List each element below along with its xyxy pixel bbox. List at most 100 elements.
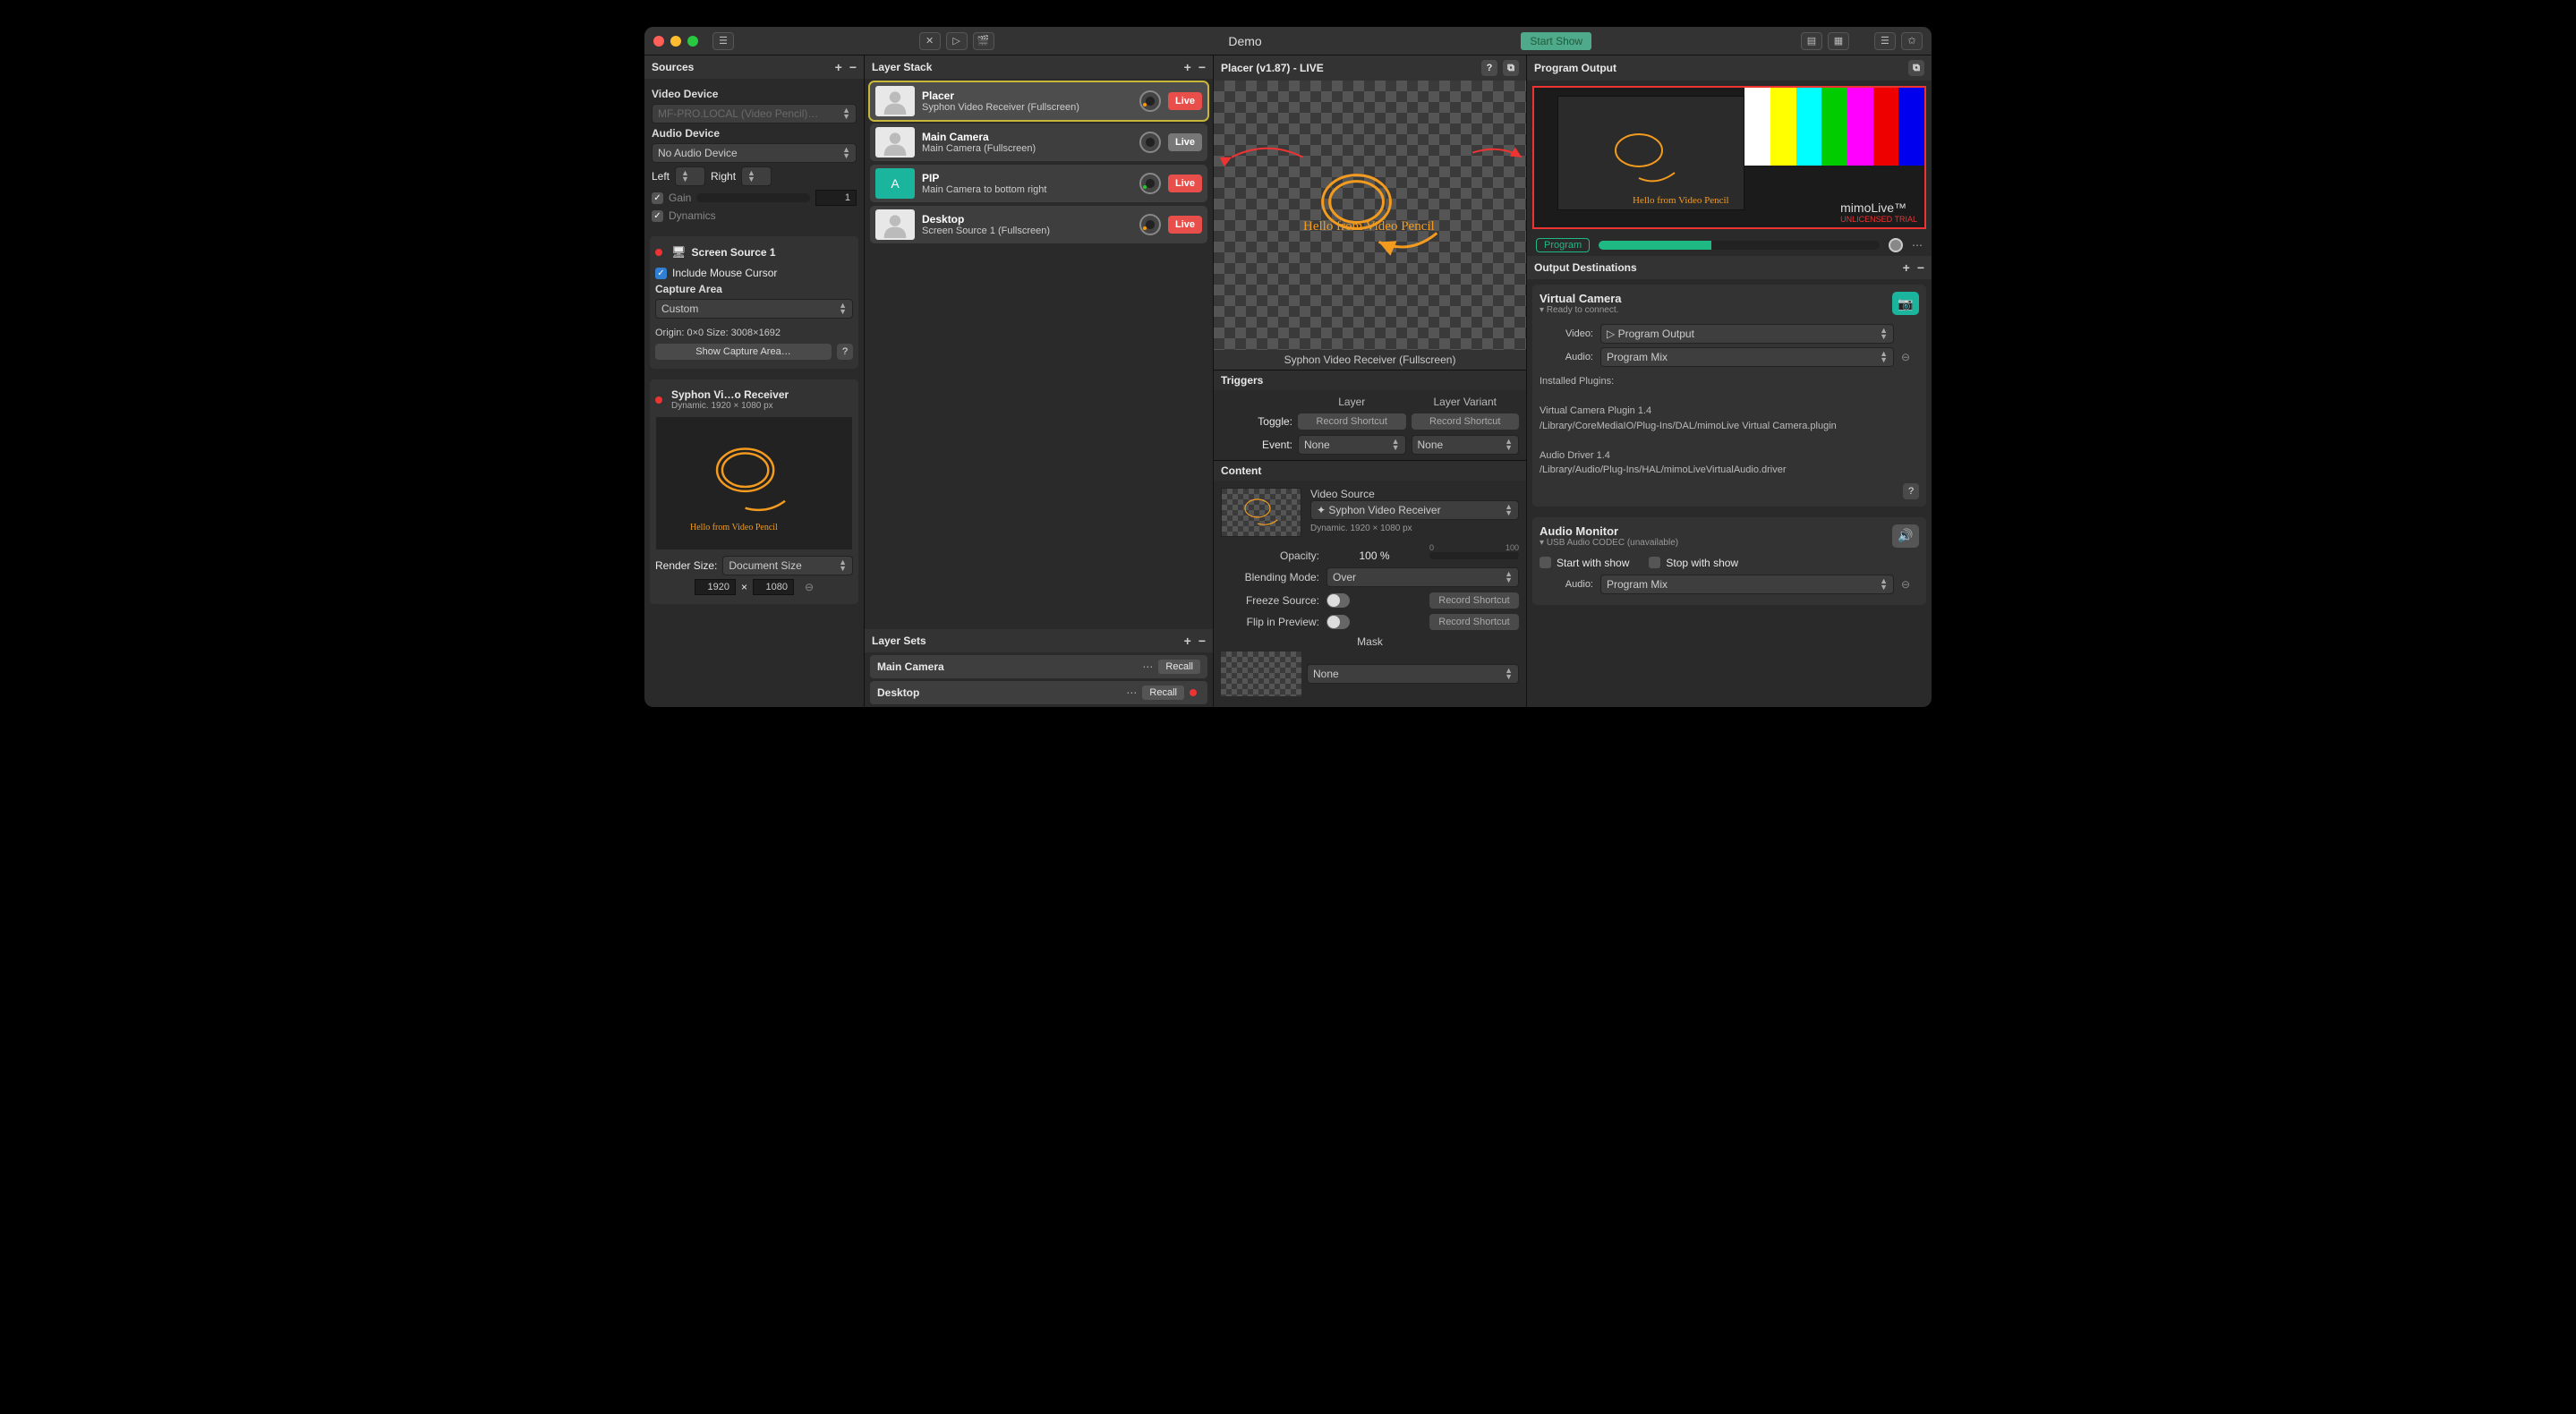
clapperboard-icon[interactable]: 🎬 [973,32,994,50]
remove-layerset-button[interactable]: − [1198,634,1206,648]
start-with-show-checkbox[interactable] [1540,557,1551,568]
layer-column: Layer Stack +− PlacerSyphon Video Receiv… [865,55,1214,707]
program-output-header: Program Output [1534,62,1616,74]
left-channel-select[interactable]: ▲▼ [675,166,705,186]
layer-knob[interactable] [1139,173,1161,194]
help-icon[interactable]: ? [1903,483,1919,499]
vc-video-select[interactable]: ▷ Program Output▲▼ [1600,324,1894,344]
layer-row[interactable]: Main CameraMain Camera (Fullscreen)Live [870,124,1207,161]
layout-a-icon[interactable]: ▤ [1801,32,1822,50]
opacity-slider[interactable]: 0 100 [1429,552,1519,559]
layer-row[interactable]: PlacerSyphon Video Receiver (Fullscreen)… [870,82,1207,120]
syphon-source-card[interactable]: Syphon Vi…o Receiver Dynamic. 1920 × 108… [650,379,858,604]
preview-annotation: Hello from Video Pencil [1303,219,1435,234]
am-audio-select[interactable]: Program Mix▲▼ [1600,575,1894,594]
camera-icon[interactable]: 📷 [1892,292,1919,315]
audio-device-label: Audio Device [652,127,857,140]
toggle-variant-shortcut[interactable]: Record Shortcut [1412,413,1520,430]
help-icon[interactable]: ? [837,344,853,360]
document-title: Demo [1002,34,1489,48]
plugin1-name: Virtual Camera Plugin 1.4 [1540,404,1919,419]
dynamics-checkbox[interactable]: ✓ [652,210,663,222]
gain-value[interactable]: 1 [815,190,857,206]
audio-meter [1599,241,1880,250]
add-layer-button[interactable]: + [1184,60,1191,74]
layout-b-icon[interactable]: ▦ [1828,32,1849,50]
video-source-sub: Dynamic. 1920 × 1080 px [1310,524,1519,533]
layer-preview: Hello from Video Pencil [1214,81,1526,350]
include-cursor-label: Include Mouse Cursor [672,267,777,279]
blending-mode-select[interactable]: Over▲▼ [1326,567,1519,587]
remove-layer-button[interactable]: − [1198,60,1206,74]
speaker-icon[interactable]: 🔊 [1892,524,1919,548]
mask-select[interactable]: None▲▼ [1307,664,1519,684]
layer-live-button[interactable]: Live [1168,175,1202,192]
popout-icon[interactable]: ⧉ [1503,60,1519,76]
screen-source-card[interactable]: 🖥 Screen Source 1 ✓ Include Mouse Cursor… [650,236,858,369]
video-device-select[interactable]: MF-PRO.LOCAL (Video Pencil)…▲▼ [652,104,857,124]
start-show-button[interactable]: Start Show [1521,32,1591,50]
play-icon[interactable]: ▷ [946,32,968,50]
zoom-window-button[interactable] [687,36,698,47]
close-window-button[interactable] [653,36,664,47]
popout-icon[interactable]: ⧉ [1908,60,1924,76]
audio-monitor-codec: USB Audio CODEC (unavailable) [1547,538,1678,548]
right-channel-select[interactable]: ▲▼ [741,166,772,186]
layer-set-row[interactable]: Desktop⋯Recall [870,681,1207,704]
start-with-show-label: Start with show [1557,557,1629,569]
event-variant-select[interactable]: None▲▼ [1412,435,1520,455]
video-source-select[interactable]: ✦ Syphon Video Receiver▲▼ [1310,500,1519,520]
vc-audio-select[interactable]: Program Mix▲▼ [1600,347,1894,367]
layer-knob[interactable] [1139,214,1161,235]
layer-knob[interactable] [1139,90,1161,112]
toggle-layer-shortcut[interactable]: Record Shortcut [1298,413,1406,430]
gain-checkbox[interactable]: ✓ [652,192,663,204]
remove-icon[interactable]: ⊖ [1901,578,1919,591]
add-layerset-button[interactable]: + [1184,634,1191,648]
render-size-select[interactable]: Document Size▲▼ [722,556,853,575]
recall-button[interactable]: Recall [1142,686,1184,700]
list-icon[interactable]: ☰ [1874,32,1896,50]
add-source-button[interactable]: + [835,60,842,74]
render-size-label: Render Size: [655,559,717,572]
layer-knob[interactable] [1139,132,1161,153]
audio-device-select[interactable]: No Audio Device▲▼ [652,143,857,163]
show-capture-area-button[interactable]: Show Capture Area… [655,344,832,360]
freeze-shortcut[interactable]: Record Shortcut [1429,592,1519,609]
volume-knob[interactable] [1889,238,1903,252]
layer-row[interactable]: APIPMain Camera to bottom rightLive [870,165,1207,202]
output-destinations-header: Output Destinations [1534,261,1637,274]
remove-icon[interactable]: ⊖ [1901,351,1919,363]
render-width-input[interactable]: 1920 [695,579,736,595]
remove-destination-button[interactable]: − [1917,260,1924,275]
more-icon[interactable]: ⋯ [1142,660,1153,673]
add-destination-button[interactable]: + [1903,260,1910,275]
gain-slider[interactable] [696,193,810,202]
minimize-window-button[interactable] [670,36,681,47]
cut-icon[interactable]: ✕ [919,32,941,50]
flip-shortcut[interactable]: Record Shortcut [1429,614,1519,630]
stop-with-show-checkbox[interactable] [1649,557,1660,568]
layer-row[interactable]: DesktopScreen Source 1 (Fullscreen)Live [870,206,1207,243]
recall-button[interactable]: Recall [1158,660,1200,674]
freeze-source-toggle[interactable] [1326,593,1350,608]
star-icon[interactable]: ✩ [1901,32,1923,50]
event-layer-select[interactable]: None▲▼ [1298,435,1406,455]
more-icon[interactable]: ⋯ [1912,239,1923,251]
render-height-input[interactable]: 1080 [753,579,794,595]
include-cursor-checkbox[interactable]: ✓ [655,268,667,279]
output-column: Program Output⧉ Hello from Video Pencil … [1527,55,1932,707]
capture-area-select[interactable]: Custom▲▼ [655,299,853,319]
layer-live-button[interactable]: Live [1168,92,1202,110]
program-badge[interactable]: Program [1536,238,1590,252]
remove-icon[interactable]: ⊖ [805,581,814,593]
more-icon[interactable]: ⋯ [1126,686,1137,699]
remove-source-button[interactable]: − [849,60,857,74]
sidebar-toggle-button[interactable]: ☰ [712,32,734,50]
help-icon[interactable]: ? [1481,60,1497,76]
layer-set-row[interactable]: Main Camera⋯Recall [870,655,1207,678]
event-label: Event: [1221,439,1292,451]
layer-live-button[interactable]: Live [1168,216,1202,234]
flip-preview-toggle[interactable] [1326,615,1350,629]
layer-live-button[interactable]: Live [1168,133,1202,151]
